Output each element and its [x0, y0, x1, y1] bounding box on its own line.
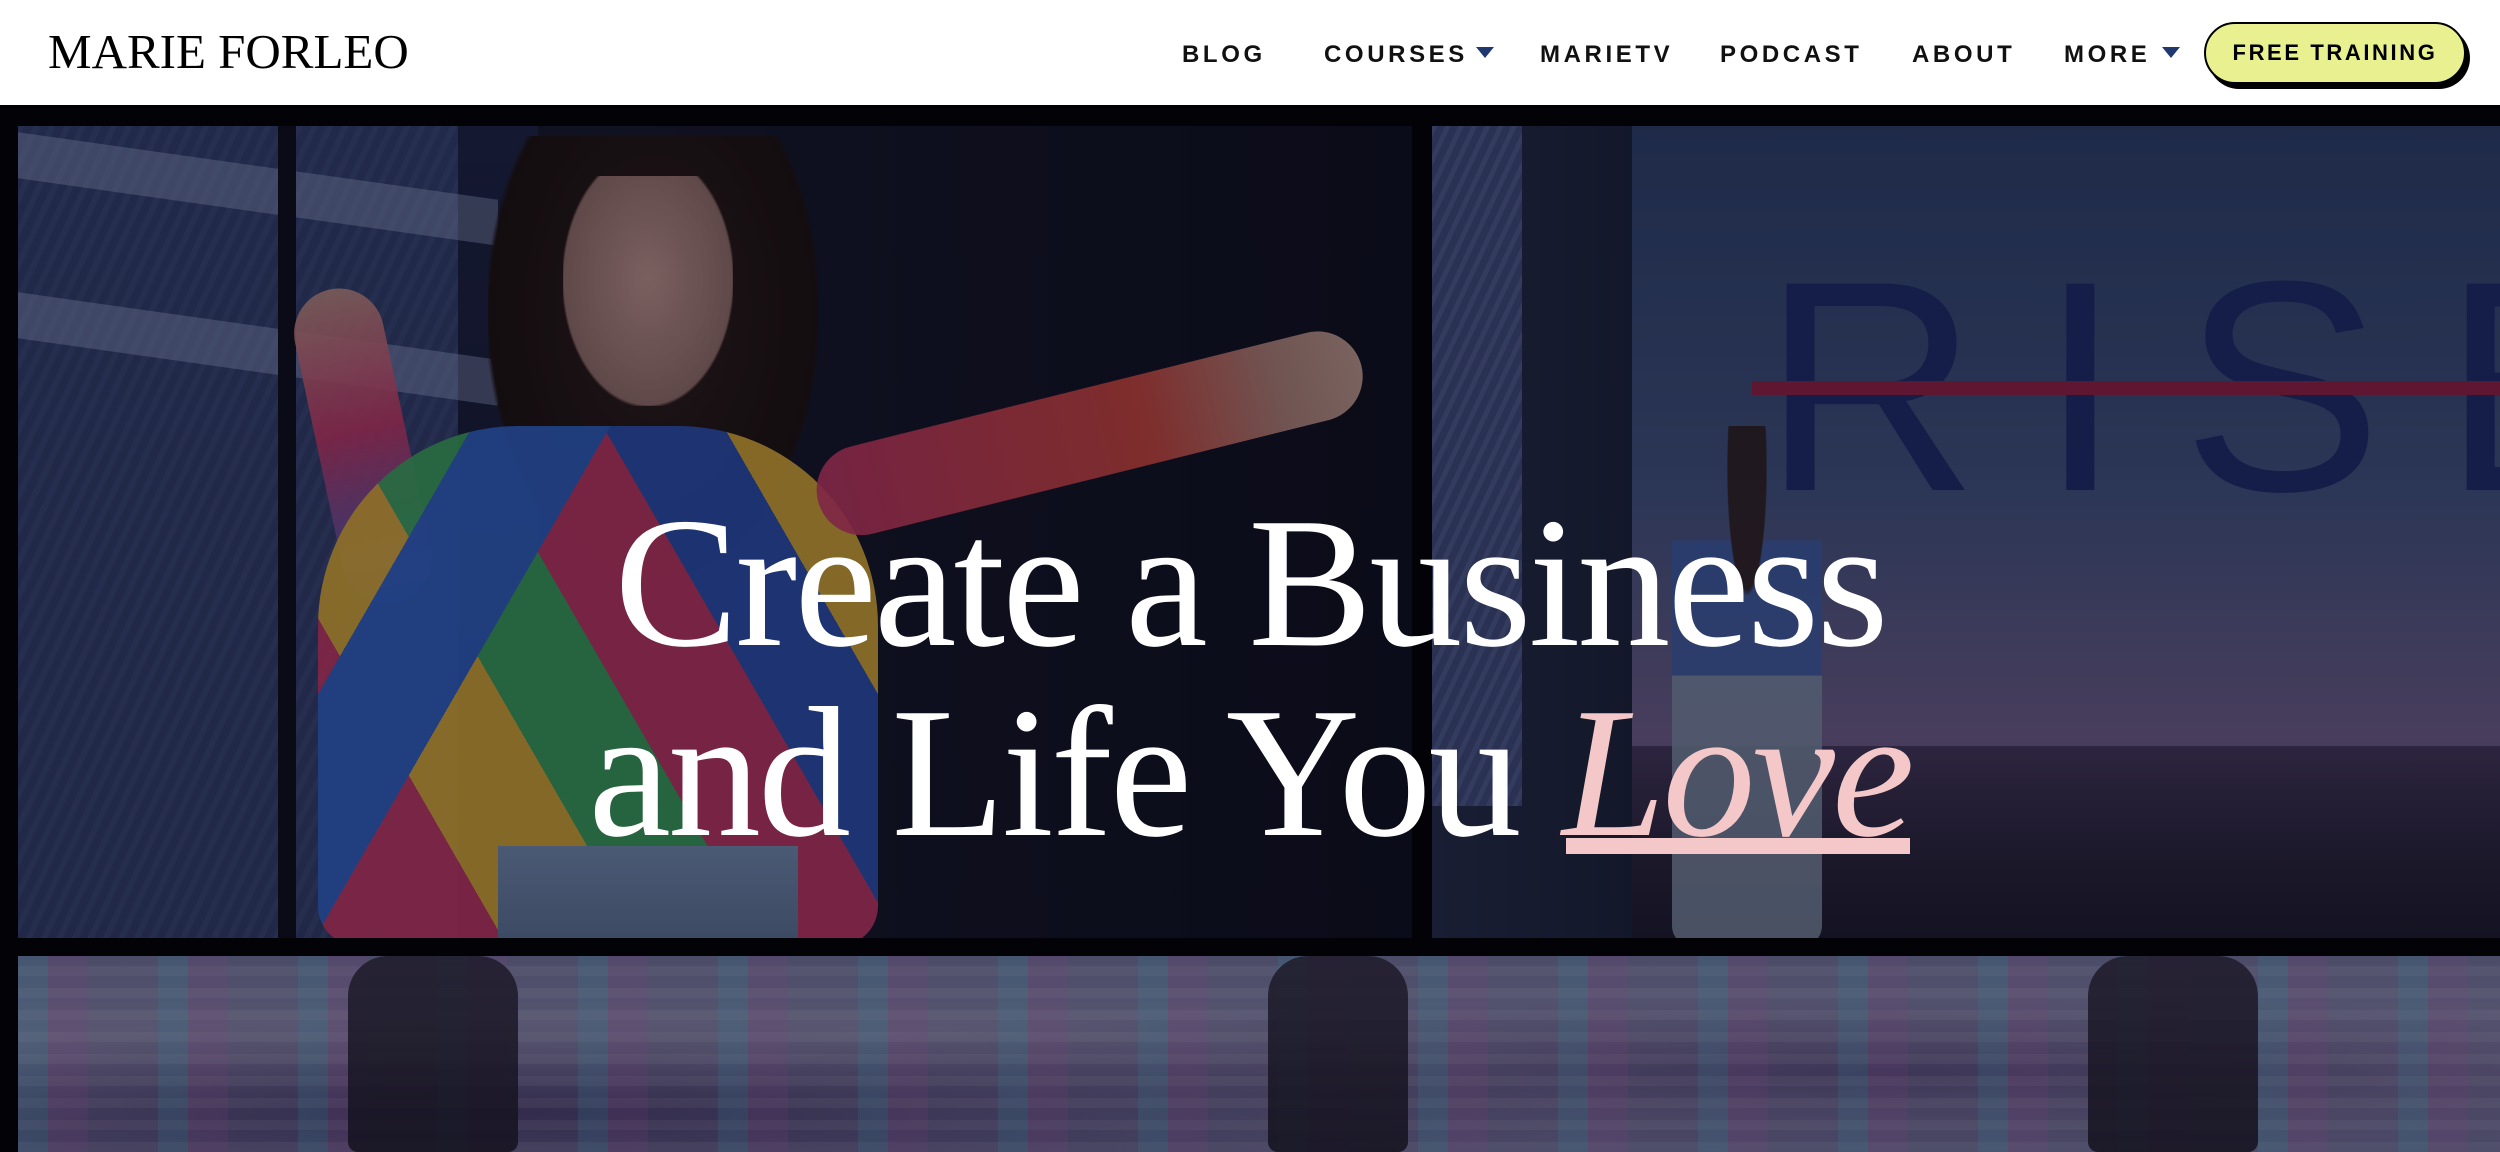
hero-headline: Create a Business and Life You Love — [0, 488, 2500, 868]
hero-headline-line-2-text: and Life You — [588, 670, 1563, 876]
nav-item-podcast[interactable]: PODCAST — [1720, 40, 1863, 70]
dancer-figure — [1268, 956, 1408, 1152]
more-chevron-down-icon[interactable] — [2162, 47, 2180, 58]
nav-item-courses-label: COURSES — [1324, 41, 1468, 68]
site-header: MARIE FORLEO BLOG COURSES MARIETV PODCAS… — [0, 0, 2500, 108]
free-training-button[interactable]: FREE TRAINING — [2204, 22, 2466, 84]
nav-item-blog[interactable]: BLOG — [1182, 40, 1266, 70]
nav-item-marietv[interactable]: MARIETV — [1540, 40, 1673, 70]
hero-headline-line-1: Create a Business — [614, 480, 1888, 686]
hero-headline-line-2: and Life You Love — [0, 678, 2500, 868]
hero-image-dancers — [18, 956, 2500, 1152]
stage-sign-strike — [1752, 381, 2500, 395]
courses-chevron-down-icon[interactable] — [1476, 47, 1494, 58]
dancer-figure — [2088, 956, 2258, 1152]
hero-headline-accent: Love — [1562, 670, 1915, 876]
speaker-face — [563, 176, 733, 406]
site-logo[interactable]: MARIE FORLEO — [48, 26, 409, 78]
nav-item-about[interactable]: ABOUT — [1912, 40, 2015, 70]
hero-section: RISE Create a Business and Life You Love — [0, 108, 2500, 1152]
dancer-figure — [348, 956, 518, 1152]
nav-item-courses[interactable]: COURSES — [1324, 40, 1468, 70]
nav-item-more[interactable]: MORE — [2064, 40, 2150, 70]
nav-item-more-label: MORE — [2064, 41, 2151, 68]
